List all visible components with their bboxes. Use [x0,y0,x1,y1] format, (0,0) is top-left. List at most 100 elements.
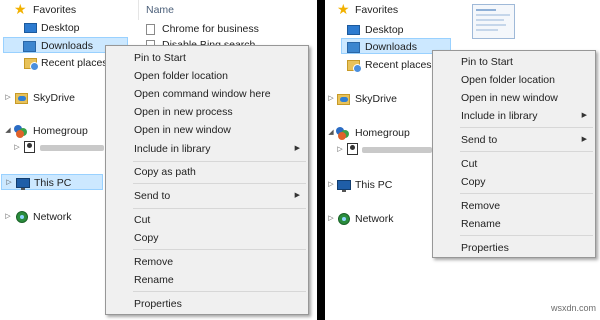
expand-arrow-icon[interactable]: ▷ [5,175,13,191]
file-name: Chrome for business [162,23,259,35]
context-menu-right: Pin to Start Open folder location Open i… [432,50,596,258]
recent-places-icon [24,58,39,71]
nav-desktop[interactable]: Desktop [0,20,130,36]
nav-downloads-label: Downloads [365,41,417,53]
collapse-arrow-icon[interactable]: ◢ [327,125,335,141]
menu-send-to-label: Send to [461,134,498,146]
menu-remove[interactable]: Remove [106,253,308,271]
menu-pin-to-start[interactable]: Pin to Start [106,49,308,67]
menu-separator [460,151,593,152]
star-icon: ★ [14,1,27,17]
menu-pin-to-start[interactable]: Pin to Start [433,53,595,71]
nav-network-label: Network [355,213,394,225]
menu-include-in-library[interactable]: Include in library ▶ [106,140,308,158]
expand-arrow-icon[interactable]: ▷ [336,142,344,158]
menu-copy-as-path[interactable]: Copy as path [106,163,308,181]
homegroup-icon [336,127,350,140]
nav-this-pc[interactable]: ▷ This PC [1,174,103,190]
expand-arrow-icon[interactable]: ▷ [327,177,335,193]
expand-arrow-icon[interactable]: ▷ [4,209,12,225]
menu-copy[interactable]: Copy [433,173,595,191]
desktop-icon [347,25,360,35]
menu-open-in-new-window[interactable]: Open in new window [433,89,595,107]
nav-this-pc[interactable]: ▷ This PC [325,177,435,193]
menu-separator [460,235,593,236]
menu-include-in-library-label: Include in library [461,110,538,122]
menu-separator [133,161,306,162]
menu-separator [460,127,593,128]
menu-rename[interactable]: Rename [433,215,595,233]
menu-send-to[interactable]: Send to ▶ [106,187,308,205]
nav-desktop-label: Desktop [365,24,404,36]
image-divider [317,0,325,320]
nav-downloads-label: Downloads [41,40,93,52]
menu-include-in-library[interactable]: Include in library ▶ [433,107,595,125]
chevron-right-icon: ▶ [581,136,587,143]
menu-separator [133,183,306,184]
this-pc-icon [337,180,351,192]
downloads-folder-icon [347,42,360,53]
nav-favorites-label: Favorites [355,4,399,16]
skydrive-icon [15,93,28,104]
nav-recent-places-label: Recent places [41,57,108,69]
name-column-header[interactable]: Name [146,4,174,16]
nav-skydrive-label: SkyDrive [33,92,76,104]
menu-separator [133,249,306,250]
chevron-right-icon: ▶ [581,112,587,119]
expand-arrow-icon[interactable]: ▷ [327,91,335,107]
menu-open-folder-location[interactable]: Open folder location [433,71,595,89]
right-explorer-panel: ★ Favorites Desktop Downloads Recent pla… [325,0,600,320]
nav-homegroup-label: Homegroup [355,127,410,139]
menu-open-in-new-window[interactable]: Open in new window [106,121,308,139]
menu-rename[interactable]: Rename [106,271,308,289]
menu-open-folder-location[interactable]: Open folder location [106,67,308,85]
redacted-username [362,147,432,153]
menu-separator [133,208,306,209]
menu-separator [133,291,306,292]
expand-arrow-icon[interactable]: ▷ [327,211,335,227]
menu-remove[interactable]: Remove [433,197,595,215]
menu-include-in-library-label: Include in library [134,143,211,155]
network-icon [338,213,350,225]
file-thumbnail[interactable] [472,4,515,39]
menu-cut[interactable]: Cut [433,155,595,173]
left-explorer-panel: ★ Favorites Desktop Downloads Recent pla… [0,0,317,320]
nav-this-pc-label: This PC [355,179,393,191]
nav-favorites[interactable]: ★ Favorites [0,1,130,18]
menu-cut[interactable]: Cut [106,211,308,229]
skydrive-icon [337,94,350,105]
nav-this-pc-label: This PC [34,177,72,189]
nav-favorites-label: Favorites [33,4,77,16]
nav-favorites[interactable]: ★ Favorites [325,1,450,18]
column-separator [138,0,139,20]
context-menu-left: Pin to Start Open folder location Open c… [105,45,309,315]
star-icon: ★ [337,1,350,17]
menu-open-in-new-process[interactable]: Open in new process [106,103,308,121]
homegroup-icon [14,125,28,138]
collapse-arrow-icon[interactable]: ◢ [4,123,12,139]
recent-places-icon [347,60,362,73]
nav-network-label: Network [33,211,72,223]
chevron-right-icon: ▶ [294,192,300,199]
expand-arrow-icon[interactable]: ▷ [4,90,12,106]
desktop-icon [24,23,37,33]
menu-copy[interactable]: Copy [106,229,308,247]
user-icon [347,143,358,155]
redacted-username [40,145,104,151]
nav-skydrive-label: SkyDrive [355,93,398,105]
menu-send-to[interactable]: Send to ▶ [433,131,595,149]
nav-desktop-label: Desktop [41,22,80,34]
network-icon [16,211,28,223]
menu-open-command-window[interactable]: Open command window here [106,85,308,103]
expand-arrow-icon[interactable]: ▷ [13,140,21,156]
chevron-right-icon: ▶ [294,145,300,152]
this-pc-icon [16,178,30,190]
user-icon [24,141,35,153]
nav-desktop[interactable]: Desktop [325,22,450,38]
menu-properties[interactable]: Properties [106,295,308,313]
menu-properties[interactable]: Properties [433,239,595,257]
file-icon [146,24,155,35]
nav-recent-places-label: Recent places [365,59,432,71]
watermark-text: wsxdn.com [551,303,597,313]
downloads-folder-icon [23,41,36,52]
